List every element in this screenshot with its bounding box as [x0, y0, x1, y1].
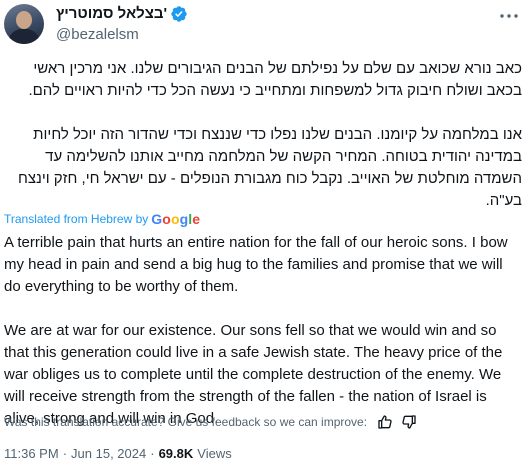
avatar-body	[8, 29, 40, 44]
original-text-paragraph-2: אנו במלחמה על קיומנו. הבנים שלנו נפלו כד…	[17, 126, 522, 209]
author-display-name[interactable]: בצלאל סמוטריץ'	[56, 4, 167, 24]
tweet-meta-row: 11:36 PM · Jun 15, 2024 · 69.8K Views	[4, 443, 232, 463]
views-label: Views	[197, 445, 232, 461]
author-handle[interactable]: @bezalelsm	[56, 25, 188, 45]
meta-separator: ·	[62, 445, 68, 461]
google-logo-letter: o	[162, 211, 171, 227]
meta-separator: ·	[150, 445, 155, 461]
google-logo-letter: e	[192, 211, 201, 227]
avatar-face	[16, 11, 32, 29]
thumbs-down-icon[interactable]	[401, 414, 417, 430]
thumbs-up-icon[interactable]	[377, 414, 393, 430]
translation-feedback-prompt: Was this translation accurate? Give us f…	[4, 415, 368, 429]
translation-feedback-row: Was this translation accurate? Give us f…	[4, 410, 417, 434]
google-logo-letter: G	[151, 211, 163, 227]
avatar[interactable]	[4, 4, 44, 44]
more-options-button[interactable]	[495, 6, 523, 26]
verified-badge-icon[interactable]	[170, 5, 188, 23]
tweet-time[interactable]: 11:36 PM	[4, 446, 59, 461]
google-logo-letter: o	[170, 211, 180, 227]
more-horizontal-icon	[500, 14, 518, 18]
translated-from-link[interactable]: Translated from Hebrew by Google	[4, 210, 200, 228]
author-name-row: בצלאל סמוטריץ'	[56, 4, 188, 24]
author-block: בצלאל סמוטריץ' @bezalelsm	[56, 4, 188, 45]
original-text-paragraph-1: כאב נורא שכואב עם שלם על נפילתם של הבנים…	[28, 60, 522, 99]
google-logo: Google	[151, 211, 200, 227]
translated-text-paragraph-1: A terrible pain that hurts an entire nat…	[4, 234, 508, 295]
google-logo-letter: g	[179, 211, 189, 227]
tweet-date[interactable]: Jun 15, 2024	[71, 446, 146, 461]
translated-from-label: Translated from Hebrew by	[4, 212, 149, 226]
views-count[interactable]: 69.8K	[159, 446, 194, 461]
